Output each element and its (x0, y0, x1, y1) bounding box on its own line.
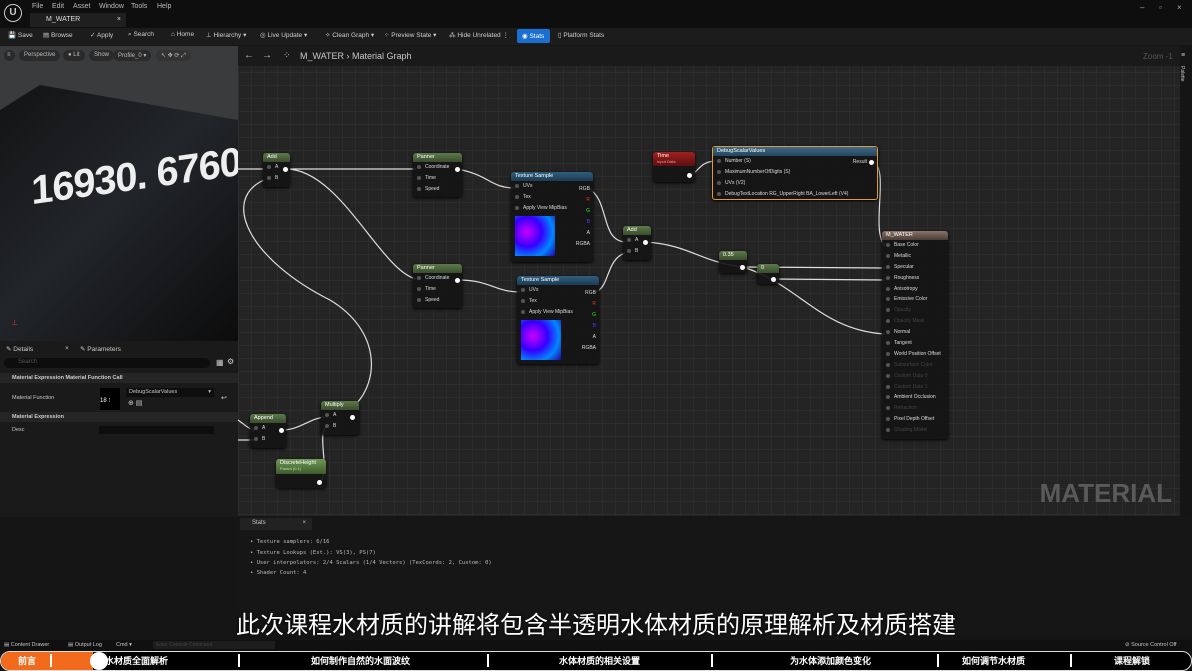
result-pin[interactable]: Normal (882, 327, 948, 338)
add-node[interactable]: Add A B (263, 153, 290, 187)
result-pin[interactable]: Metallic (882, 251, 948, 262)
chapter-progress (1, 652, 93, 670)
result-pin[interactable]: Custom Data 0 (882, 371, 948, 382)
divider (487, 654, 489, 667)
result-pin[interactable]: Opacity (882, 305, 948, 316)
chapter-item[interactable]: 水材质全面解析 (105, 654, 168, 667)
multiply-node[interactable]: Multiply A B (321, 401, 359, 435)
chapter-prefix[interactable]: 前言 (18, 654, 36, 667)
content-drawer-button[interactable]: ▤ Content Drawer (4, 642, 49, 648)
result-pin[interactable]: Emissive Color (882, 294, 948, 305)
result-pin[interactable]: Pixel Depth Offset (882, 414, 948, 425)
result-pin[interactable]: Roughness (882, 273, 948, 284)
result-pin[interactable]: World Position Offset (882, 349, 948, 360)
source-control-button[interactable]: ⊘ Source Control Off (1125, 642, 1177, 648)
add-node[interactable]: Add A B (623, 226, 651, 260)
stat-line: • User interpolators: 2/4 Scalars (1/4 V… (250, 560, 492, 566)
stat-line: • Texture Lookups (Est.): VS(3), PS(7) (250, 550, 376, 556)
result-pin[interactable]: Specular (882, 262, 948, 273)
material-result-node[interactable]: M_WATER Base Color Metallic Specular Roughn… (882, 231, 948, 439)
result-pin[interactable]: Anisotropy (882, 284, 948, 295)
console-input[interactable]: Enter Console Command (153, 641, 275, 649)
result-pin[interactable]: Shading Model (882, 425, 948, 436)
video-subtitle: 此次课程水材质的讲解将包含半透明水体材质的原理解析及材质搭建 (236, 612, 956, 639)
cmd-dropdown[interactable]: Cmd ▾ (116, 642, 132, 648)
texture-sample-node[interactable]: Texture Sample UVs Tex Apply View MipBias … (517, 276, 599, 364)
result-pin[interactable]: Ambient Occlusion (882, 392, 948, 403)
panner-node[interactable]: Panner Coordinate Time Speed (413, 153, 462, 197)
wire (285, 168, 417, 280)
append-node[interactable]: Append A B (250, 414, 286, 448)
panner-node[interactable]: Panner Coordinate Time Speed (413, 264, 462, 308)
chapter-item[interactable]: 如何调节水材质 (962, 654, 1025, 667)
chapter-item[interactable]: 如何制作自然的水面波纹 (311, 654, 410, 667)
chapter-item[interactable]: 课程解锁 (1114, 654, 1150, 667)
output-log-button[interactable]: ▤ Output Log (68, 642, 102, 648)
texture-preview (515, 216, 555, 256)
wire (457, 279, 521, 293)
constant-node[interactable]: 0 (757, 264, 779, 284)
wire (587, 187, 626, 243)
chapter-item[interactable]: 为水体添加颜色变化 (790, 654, 871, 667)
divider (1070, 654, 1072, 667)
result-pin[interactable]: Opacity Mask (882, 316, 948, 327)
result-pin[interactable]: Base Color (882, 240, 948, 251)
stat-line: • Texture samplers: 6/16 (250, 539, 330, 545)
result-pin[interactable]: Refraction (882, 403, 948, 414)
stat-line: • Shader Count: 4 (250, 570, 307, 576)
wire (456, 168, 516, 189)
texture-preview (521, 320, 561, 360)
time-node[interactable]: Time Input Data (653, 152, 695, 182)
result-pin[interactable]: Custom Data 1 (882, 382, 948, 393)
tab-stats[interactable]: Stats × (240, 518, 312, 530)
discrete-height-parameter-node[interactable]: DiscreteHeight Param (0.1) (276, 459, 326, 488)
divider (711, 654, 713, 667)
wire (281, 416, 326, 431)
texture-sample-node[interactable]: Texture Sample UVs Tex Apply View MipBias … (511, 172, 593, 262)
wire (772, 278, 886, 281)
result-pin[interactable]: Tangent (882, 338, 948, 349)
constant-node[interactable]: 0.35 (719, 251, 747, 273)
result-pin[interactable]: Subsurface Color (882, 360, 948, 371)
debug-scalar-values-node[interactable]: DebugScalarValues Number (S) MaximumNumbe… (712, 146, 878, 200)
close-stats-icon[interactable]: × (302, 520, 306, 526)
divider (50, 654, 52, 667)
divider (238, 654, 240, 667)
divider (937, 654, 939, 667)
chapter-item[interactable]: 水体材质的相关设置 (559, 654, 640, 667)
